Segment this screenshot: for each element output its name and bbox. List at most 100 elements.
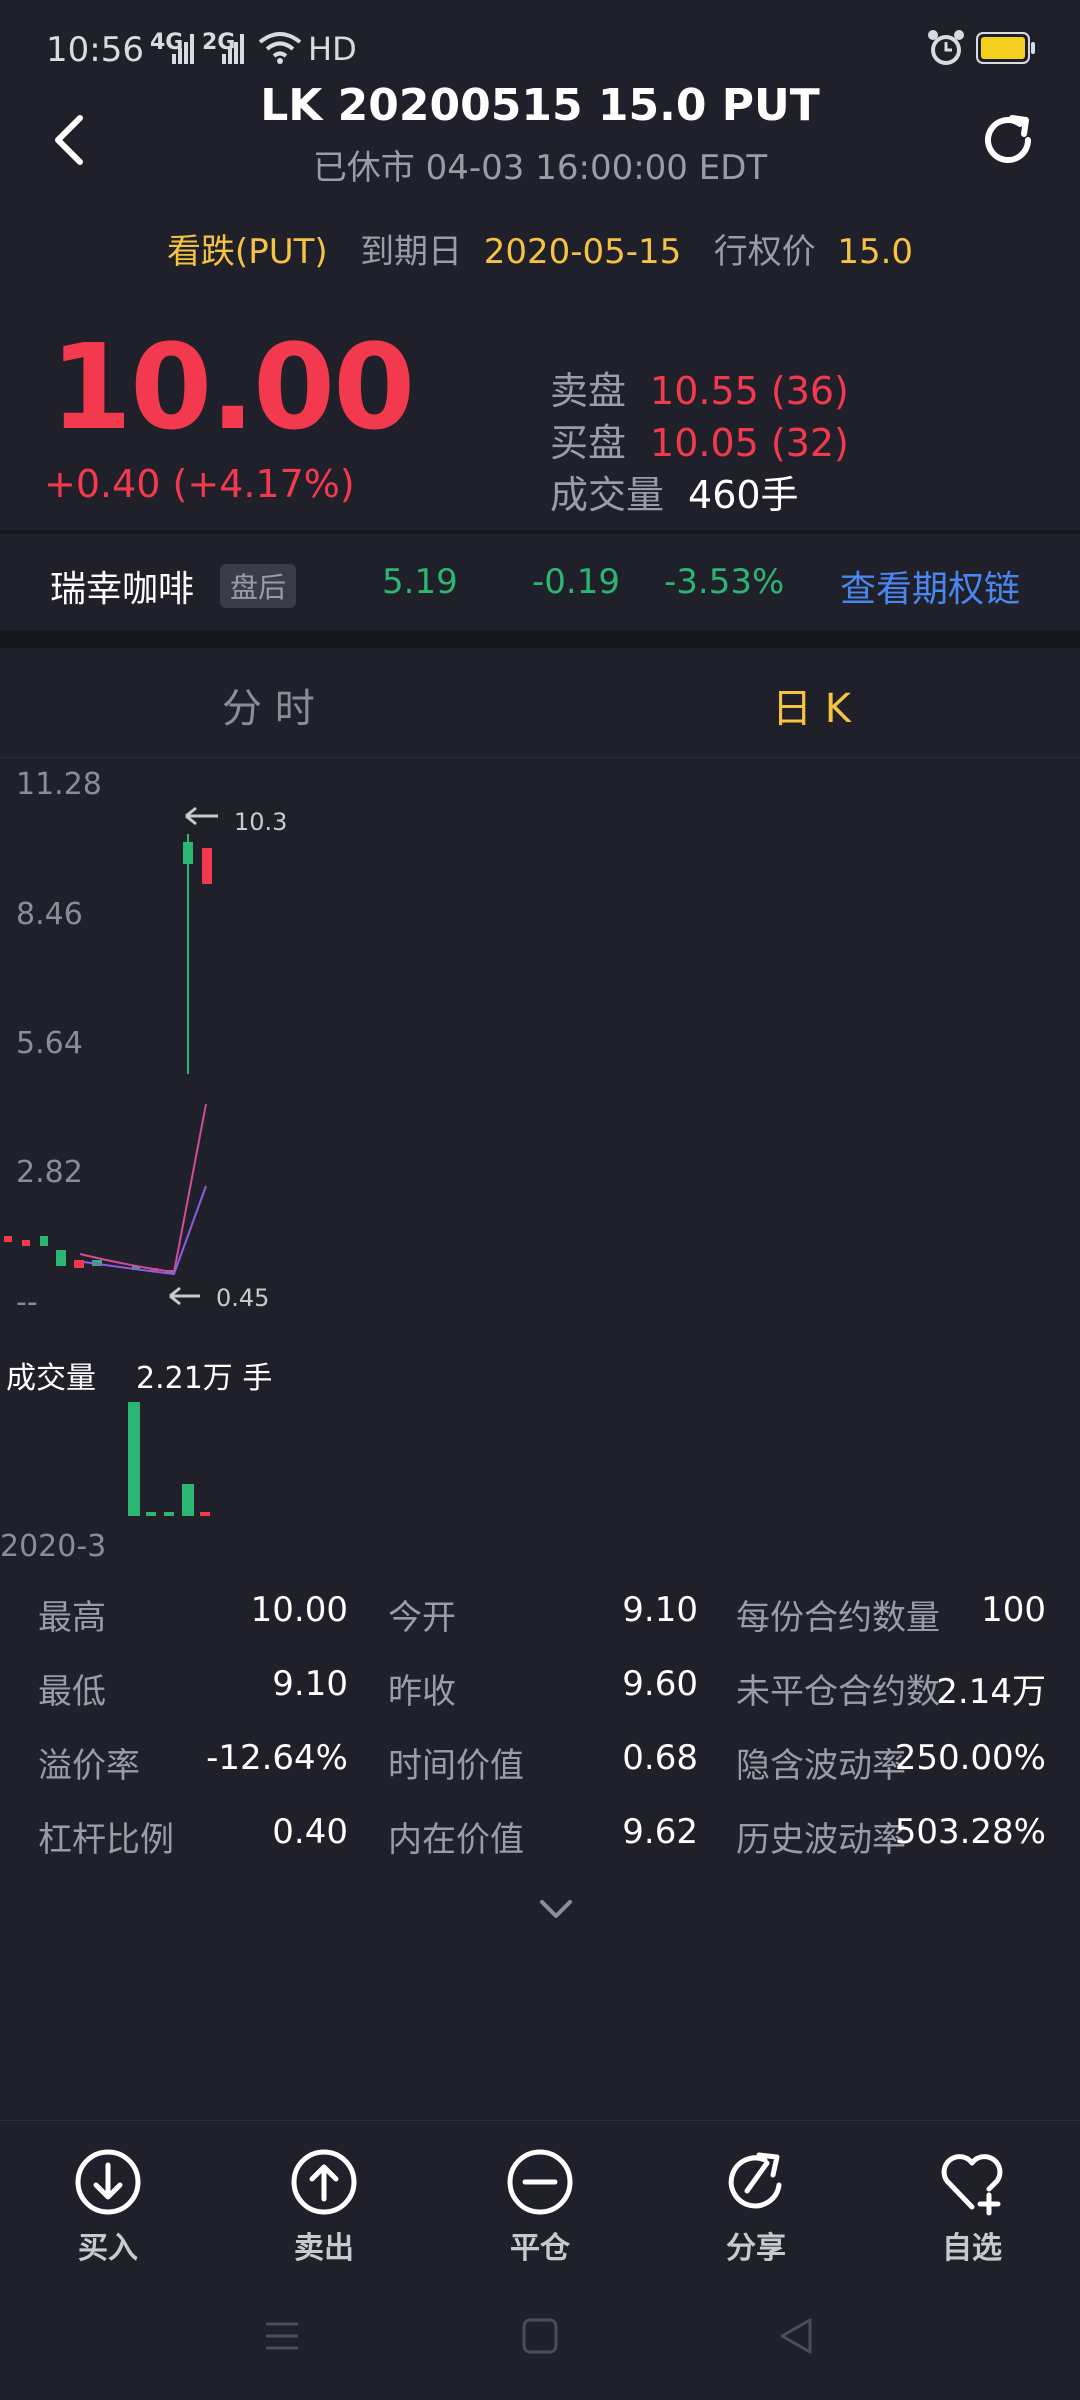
stat-time-value: 时间价值 0.68 <box>388 1738 698 1786</box>
volume-bar <box>164 1512 174 1516</box>
stat-open: 今开 9.10 <box>388 1590 698 1638</box>
ask-label: 卖盘 <box>550 369 627 413</box>
sell-icon <box>291 2149 357 2215</box>
after-hours-badge: 盘后 <box>220 564 297 608</box>
stat-value: 9.60 <box>622 1664 698 1704</box>
y-tick-label: 11.28 <box>16 767 102 802</box>
y-tick-label: 8.46 <box>16 897 83 932</box>
price-change: +0.40 (+4.17%) <box>44 462 355 506</box>
stat-label: 今开 <box>388 1598 456 1638</box>
stat-label: 历史波动率 <box>736 1820 906 1860</box>
strike-label: 行权价 <box>713 232 816 272</box>
stat-label: 隐含波动率 <box>736 1746 906 1786</box>
y-tick-label: -- <box>16 1285 38 1320</box>
stat-value: -12.64% <box>206 1738 348 1778</box>
sell-label: 卖出 <box>294 2231 354 2266</box>
last-price: 10.00 <box>50 318 415 456</box>
stat-value: 9.10 <box>272 1664 348 1704</box>
stat-label: 昨收 <box>388 1672 456 1712</box>
signal-bars-icon <box>172 34 194 64</box>
stat-label: 最高 <box>38 1598 106 1638</box>
share-button[interactable]: 分享 <box>686 2147 826 2267</box>
back-nav-icon[interactable] <box>776 2316 816 2356</box>
refresh-button[interactable] <box>972 100 1044 180</box>
volume-chart-value: 2.21万 手 <box>136 1361 272 1396</box>
underlying-change-pct: -3.53% <box>664 562 785 602</box>
watchlist-label: 自选 <box>942 2231 1002 2266</box>
bid-label: 买盘 <box>550 421 627 465</box>
expiry-label: 到期日 <box>360 232 463 272</box>
option-info: 看跌(PUT) 到期日 2020-05-15 行权价 15.0 <box>0 224 1080 273</box>
strike-price: 15.0 <box>837 232 914 272</box>
wifi-icon <box>258 32 302 64</box>
stat-value: 2.14万 <box>936 1672 1046 1712</box>
expiry-date: 2020-05-15 <box>483 232 682 272</box>
stat-intrinsic-value: 内在价值 9.62 <box>388 1812 698 1860</box>
close-position-label: 平仓 <box>510 2231 570 2266</box>
candle <box>40 1236 48 1246</box>
arrow-left-icon <box>185 806 218 826</box>
watchlist-button[interactable]: 自选 <box>902 2147 1042 2267</box>
candle <box>74 1260 84 1268</box>
candle <box>183 842 193 864</box>
stat-label: 每份合约数量 <box>736 1598 940 1638</box>
high-marker-label: 10.3 <box>234 808 287 836</box>
battery-icon <box>976 32 1035 64</box>
underlying-row[interactable]: 瑞幸咖啡 盘后 5.19 -0.19 -3.53% 查看期权链 <box>0 536 1080 630</box>
buy-button[interactable]: 买入 <box>38 2147 178 2267</box>
stat-historical-vol: 历史波动率 503.28% <box>736 1812 1046 1860</box>
refresh-icon <box>985 115 1031 163</box>
stat-low: 最低 9.10 <box>38 1664 348 1712</box>
stat-leverage: 杠杆比例 0.40 <box>38 1812 348 1860</box>
candle <box>56 1250 66 1266</box>
option-chain-link[interactable]: 查看期权链 <box>840 560 1020 612</box>
y-tick-label: 5.64 <box>16 1026 83 1061</box>
chart-tabs: 分 时 日 K <box>0 648 1080 758</box>
menu-icon[interactable] <box>262 2316 302 2356</box>
arrow-left-icon <box>169 1286 200 1306</box>
y-tick-label: 2.82 <box>16 1155 83 1190</box>
tab-intraday[interactable]: 分 时 <box>222 676 315 734</box>
stat-value: 0.40 <box>272 1812 348 1852</box>
underlying-change: -0.19 <box>532 562 620 602</box>
status-time: 10:56 <box>46 30 144 70</box>
stat-premium: 溢价率 -12.64% <box>38 1738 348 1786</box>
underlying-name: 瑞幸咖啡 <box>50 569 195 610</box>
stat-value: 503.28% <box>894 1812 1046 1852</box>
market-status: 已休市 04-03 16:00:00 EDT <box>312 148 768 188</box>
divider <box>0 530 1080 534</box>
ma-line <box>79 1103 207 1274</box>
stat-label: 未平仓合约数 <box>736 1672 940 1712</box>
stat-value: 9.62 <box>622 1812 698 1852</box>
volume-bar <box>128 1402 140 1516</box>
section-divider <box>0 630 1080 648</box>
close-position-button[interactable]: 平仓 <box>470 2147 610 2267</box>
tab-daily-k[interactable]: 日 K <box>772 676 851 734</box>
volume-bar <box>146 1512 156 1516</box>
page-title: LK 20200515 15.0 PUT <box>260 80 820 131</box>
candle <box>202 848 212 884</box>
option-type: 看跌(PUT) <box>166 232 328 272</box>
home-icon[interactable] <box>520 2316 560 2356</box>
volume-row: 成交量 460手 <box>550 464 799 519</box>
sell-button[interactable]: 卖出 <box>254 2147 394 2267</box>
bid-row: 买盘 10.05 (32) <box>550 412 849 467</box>
low-marker-label: 0.45 <box>216 1284 269 1312</box>
stat-label: 杠杆比例 <box>38 1820 174 1860</box>
stat-value: 10.00 <box>250 1590 348 1630</box>
low-marker: 0.45 <box>169 1284 269 1312</box>
stat-value: 100 <box>981 1590 1046 1630</box>
candlestick-chart[interactable]: 11.28 8.46 5.64 2.82 -- 10.3 0.45 成交量 2.… <box>0 758 1080 1568</box>
ask-row: 卖盘 10.55 (36) <box>550 360 849 415</box>
stat-label: 时间价值 <box>388 1746 524 1786</box>
alarm-icon <box>928 30 964 65</box>
signal-bars-icon <box>222 34 244 64</box>
share-label: 分享 <box>726 2231 786 2266</box>
close-position-icon <box>507 2149 573 2215</box>
volume-value: 460手 <box>688 473 799 517</box>
stat-prev-close: 昨收 9.60 <box>388 1664 698 1712</box>
high-marker: 10.3 <box>185 806 287 836</box>
action-bar: 买入 卖出 平仓 分享 自选 <box>0 2120 1080 2270</box>
buy-label: 买入 <box>78 2231 138 2266</box>
expand-stats-button[interactable] <box>536 1894 576 1924</box>
